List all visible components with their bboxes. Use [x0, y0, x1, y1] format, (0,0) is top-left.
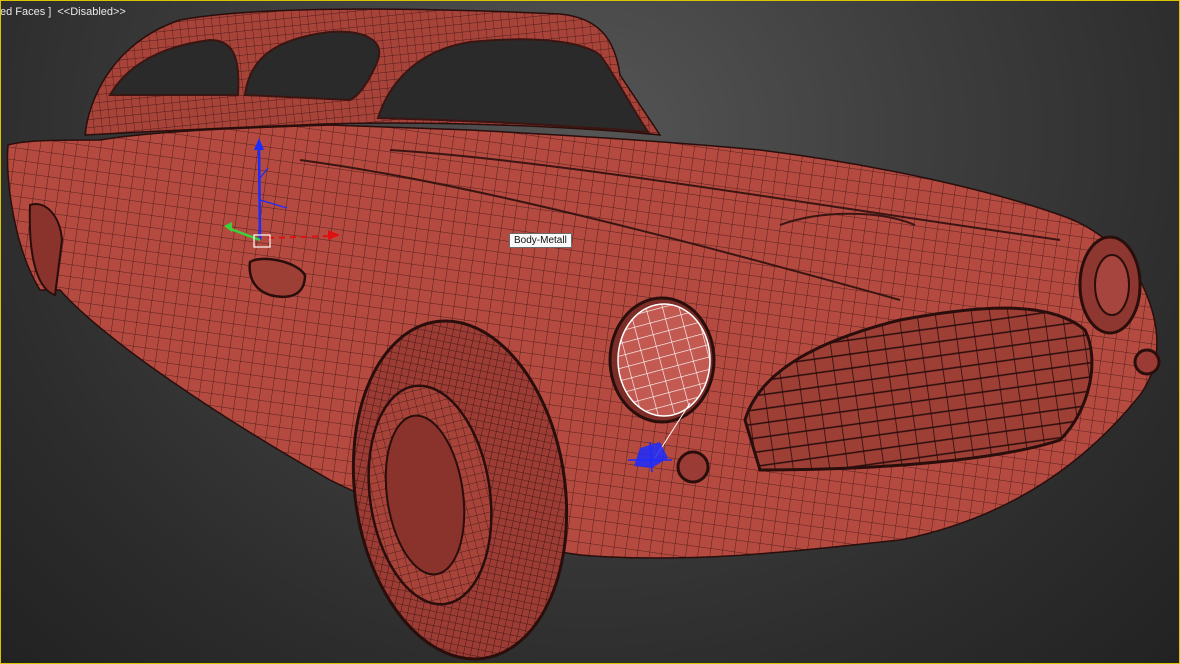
car-wireframe-scene[interactable]: [0, 0, 1180, 664]
object-name-tooltip: Body-Metall: [509, 233, 572, 248]
3d-viewport[interactable]: ed Faces ] <<Disabled>> Body-Metall: [0, 0, 1180, 664]
viewport-status-label[interactable]: <<Disabled>>: [57, 6, 126, 18]
viewport-mode-label[interactable]: ed Faces ]: [0, 6, 51, 18]
fog-light-left: [676, 450, 710, 484]
selected-headlight[interactable]: [608, 296, 716, 424]
fog-light-right: [1133, 348, 1161, 376]
viewport-label[interactable]: ed Faces ] <<Disabled>>: [0, 6, 132, 18]
